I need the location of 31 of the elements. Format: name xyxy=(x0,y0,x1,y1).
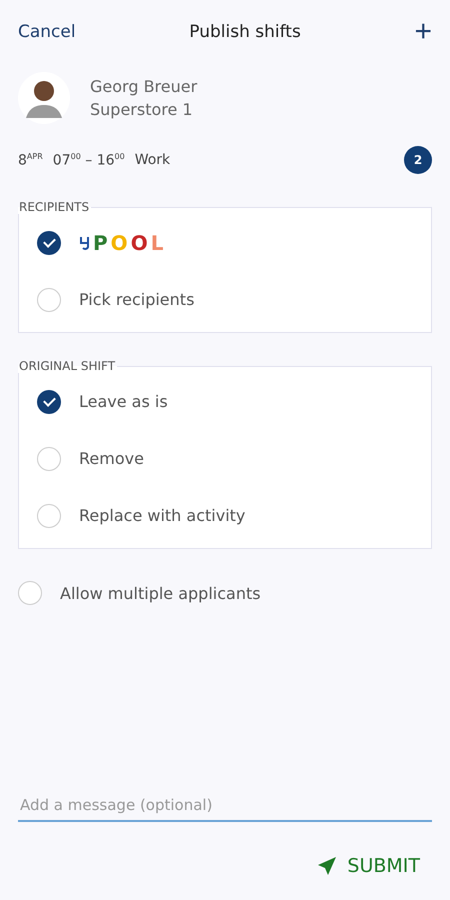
count-badge: 2 xyxy=(404,146,432,174)
option-label: Replace with activity xyxy=(79,506,246,525)
cancel-button[interactable]: Cancel xyxy=(18,22,76,42)
option-label: Leave as is xyxy=(79,392,168,411)
logo-letter: O xyxy=(110,230,129,254)
radio-button[interactable] xyxy=(37,446,61,470)
logo-letter: L xyxy=(150,230,164,254)
store-name: Superstore 1 xyxy=(90,100,194,119)
avatar-icon xyxy=(18,72,70,124)
radio-button[interactable] xyxy=(37,288,61,312)
checked-radio[interactable] xyxy=(37,230,61,254)
add-button[interactable]: + xyxy=(414,17,432,47)
submit-button[interactable]: SUBMIT xyxy=(311,854,426,878)
radio-button[interactable] xyxy=(37,504,61,528)
section-legend: ORIGINAL SHIFT xyxy=(17,359,118,373)
page-title: Publish shifts xyxy=(189,22,301,42)
section-legend: RECIPIENTS xyxy=(17,200,92,214)
radio-button[interactable] xyxy=(18,581,42,605)
shift-type: Work xyxy=(134,152,170,168)
option-label: Allow multiple applicants xyxy=(60,584,261,602)
pool-logo-icon xyxy=(79,234,91,250)
checked-radio[interactable] xyxy=(37,390,61,414)
message-field[interactable]: Add a message (optional) xyxy=(18,790,432,822)
option-label: Remove xyxy=(79,449,144,468)
option-label: Pick recipients xyxy=(79,290,194,309)
shift-time: 07$^{00}$ – 16$^{00}$ xyxy=(52,152,125,168)
send-icon xyxy=(317,856,338,876)
logo-letter: P xyxy=(93,230,109,254)
logo-letter: O xyxy=(130,230,149,254)
employee-name: Georg Breuer xyxy=(90,77,198,96)
shift-date: 8$^{APR}$ xyxy=(18,152,43,168)
